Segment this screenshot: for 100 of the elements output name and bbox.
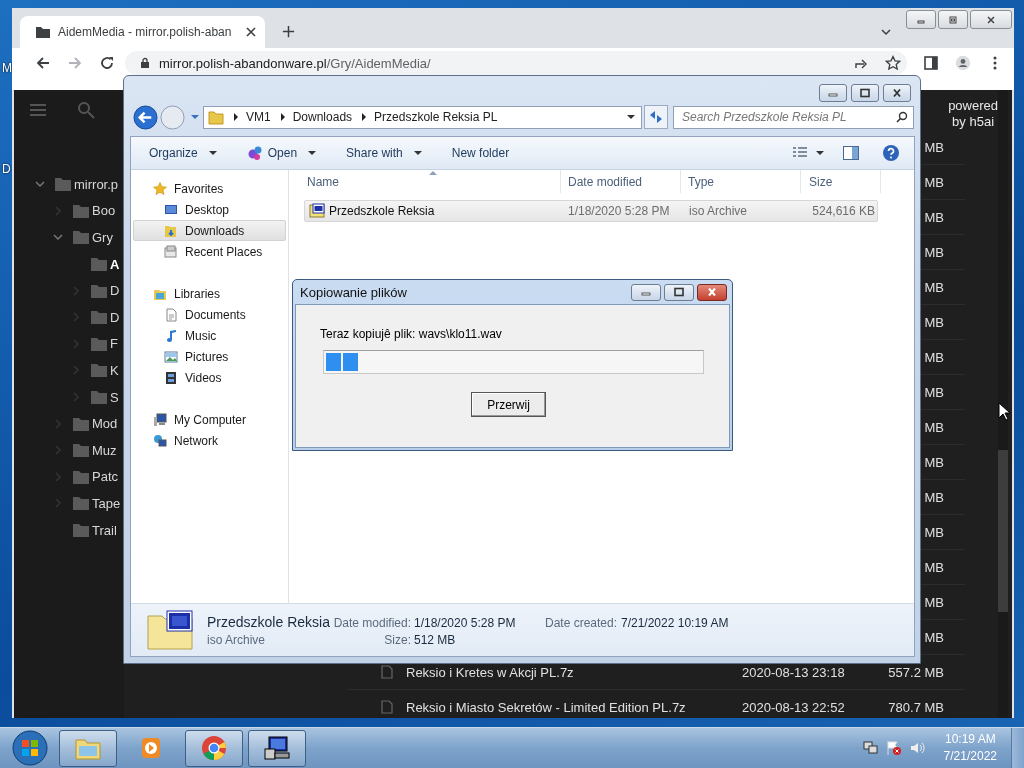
folder-tree-item[interactable]: Tape [92, 495, 121, 511]
folder-tree-item[interactable]: S [110, 389, 119, 405]
folder-tree-item[interactable]: Patc [92, 469, 118, 485]
file-link[interactable]: Reksio i Kretes w Akcji PL.7z [406, 664, 574, 680]
search-icon[interactable] [77, 101, 95, 119]
setup-computer-icon [263, 734, 291, 762]
folder-tree-item[interactable]: F [110, 336, 118, 352]
size-text: MB [924, 314, 944, 330]
browser-tab[interactable]: AidemMedia - mirror.polish-aban [20, 16, 265, 48]
breadcrumb-arrow-icon[interactable] [280, 113, 285, 121]
address-bar[interactable]: mirror.polish-abandonware.pl/Gry/AidemMedia/ [125, 51, 907, 75]
details-file-name: Przedszkole Reksia [207, 613, 331, 630]
nav-item[interactable]: Pictures [133, 346, 286, 367]
address-field[interactable]: VM1 Downloads Przedszkole Reksia PL [203, 105, 642, 129]
folder-tree-item[interactable]: Muz [92, 442, 117, 458]
date-text: 2020-08-13 22:52 [742, 699, 845, 715]
nav-item[interactable]: Videos [133, 367, 286, 388]
search-field[interactable]: Search Przedszkole Reksia PL [673, 105, 914, 129]
size-text: MB [924, 139, 944, 155]
nav-item[interactable]: Favorites [133, 178, 286, 199]
bookmark-star-icon[interactable] [885, 55, 901, 71]
speaker-icon[interactable] [908, 740, 925, 756]
views-caret-icon[interactable] [816, 151, 824, 155]
folder-tree-item[interactable]: Boo [92, 203, 116, 219]
nav-item[interactable]: Desktop [133, 199, 286, 220]
folder-tree-item[interactable]: Trail [92, 522, 117, 538]
close-button[interactable] [697, 283, 727, 301]
back-button[interactable] [133, 104, 158, 130]
caret-icon[interactable] [413, 151, 422, 155]
column-header[interactable]: Date modified [561, 170, 681, 193]
recent-places-icon [164, 244, 178, 259]
details-label: Date modified: [332, 615, 411, 630]
size-text: MB [924, 489, 944, 505]
nav-item[interactable]: Music [133, 325, 286, 346]
start-button[interactable] [12, 730, 48, 766]
desktop-icon-label: M [2, 61, 12, 75]
breadcrumb[interactable]: Przedszkole Reksia PL [374, 110, 498, 124]
recent-pages-caret-icon[interactable] [191, 115, 199, 119]
maximize-button[interactable] [664, 283, 694, 301]
flag-error-icon[interactable] [885, 740, 902, 756]
folder-tree-item[interactable]: A [110, 256, 120, 272]
file-link[interactable]: Reksio i Miasto Sekretów - Limited Edition PL.7z [406, 699, 686, 715]
film-strip-icon [164, 370, 178, 385]
caret-icon[interactable] [308, 151, 317, 155]
maximize-button[interactable] [851, 84, 879, 102]
breadcrumb[interactable]: VM1 [246, 110, 271, 124]
column-header[interactable]: Size [801, 170, 881, 193]
close-button[interactable] [883, 84, 911, 102]
close-icon [986, 14, 996, 25]
nav-item[interactable]: Downloads [133, 220, 286, 241]
preview-pane-icon[interactable] [842, 144, 860, 162]
folder-icon [35, 24, 51, 40]
nav-item[interactable]: Libraries [133, 283, 286, 304]
nav-item[interactable]: Recent Places [133, 241, 286, 262]
breadcrumb-arrow-icon[interactable] [362, 113, 367, 121]
details-label: Date created: [545, 615, 618, 630]
minimize-button[interactable] [906, 10, 936, 29]
nav-item[interactable]: Documents [133, 304, 286, 325]
size-text: MB [924, 559, 944, 575]
chevron-down-icon[interactable] [35, 179, 45, 190]
size-text: MB [924, 419, 944, 435]
size-text: MB [924, 244, 944, 260]
close-icon[interactable] [245, 26, 257, 38]
help-icon[interactable] [882, 144, 900, 162]
details-value: 1/18/2020 5:28 PM [413, 615, 517, 630]
folder-tree-item[interactable]: Mod [92, 416, 118, 432]
toolbar-button[interactable]: New folder [443, 146, 518, 160]
folder-tree-item[interactable]: K [110, 362, 119, 378]
folder-icon [91, 336, 107, 351]
tab-search-chevron-icon[interactable] [880, 26, 892, 38]
file-row[interactable]: Przedszkole Reksia 1/18/2020 5:28 PM iso Archive 524,616 KB [304, 200, 878, 222]
toolbar-button[interactable]: Share with [338, 146, 430, 160]
search-icon [896, 111, 908, 123]
cancel-button[interactable]: Przerwij [471, 392, 546, 417]
nav-item[interactable]: My Computer [133, 409, 286, 430]
refresh-button[interactable] [644, 105, 668, 129]
column-header[interactable]: Name [289, 170, 561, 193]
caret-icon[interactable] [208, 151, 217, 155]
taskbar-button[interactable] [248, 729, 306, 767]
toolbar-button[interactable]: Organize [141, 146, 225, 160]
folder-tree-item[interactable]: D [110, 283, 120, 299]
lock-icon [139, 57, 151, 69]
powered-by-text[interactable]: powered by h5ai [948, 90, 998, 130]
toolbar-button[interactable]: Open [238, 145, 325, 161]
scrollbar-thumb[interactable] [998, 450, 1008, 612]
star-icon [153, 181, 167, 196]
dropdown-caret-icon[interactable] [627, 115, 635, 119]
network-icon[interactable] [862, 740, 879, 756]
breadcrumb[interactable]: Downloads [292, 110, 353, 124]
folder-tree-item[interactable]: Gry [92, 230, 113, 245]
new-tab-icon[interactable] [281, 24, 296, 39]
nav-item[interactable]: Network [133, 430, 286, 451]
folder-tree-item[interactable]: mirror.p [74, 176, 119, 192]
folder-tree-item[interactable]: D [110, 309, 120, 325]
breadcrumb-arrow-icon[interactable] [234, 113, 238, 121]
folder-icon [73, 230, 89, 245]
column-header[interactable]: Type [681, 170, 801, 193]
minimize-button[interactable] [631, 283, 661, 301]
chevron-down-icon[interactable] [53, 232, 63, 243]
minimize-button[interactable] [819, 84, 847, 102]
